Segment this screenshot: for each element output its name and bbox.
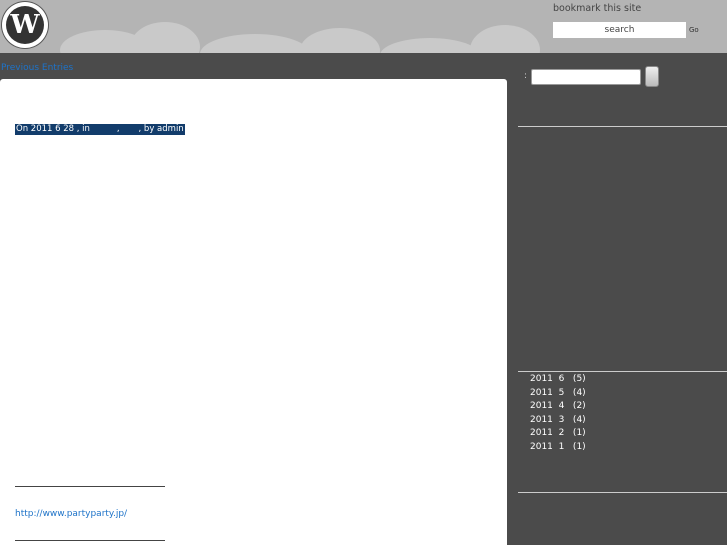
- sidebar-search-input[interactable]: [531, 69, 641, 85]
- header-search-input[interactable]: search: [553, 22, 686, 38]
- divider: [15, 540, 165, 541]
- sidebar-search-label: :: [524, 71, 528, 81]
- wordpress-logo-glyph: W: [6, 6, 44, 44]
- divider: [15, 486, 165, 487]
- sidebar-divider: [518, 492, 727, 493]
- archive-item[interactable]: 2011 5 (4): [530, 387, 586, 401]
- cloud-decoration: [470, 25, 540, 53]
- archive-item[interactable]: 2011 6 (5): [530, 373, 586, 387]
- site-header: W bookmark this site search Go: [0, 0, 727, 53]
- sidebar-search-button[interactable]: [645, 66, 659, 87]
- archive-list: 2011 6 (5) 2011 5 (4) 2011 4 (2) 2011 3 …: [530, 373, 586, 454]
- archive-item[interactable]: 2011 3 (4): [530, 414, 586, 428]
- archive-item[interactable]: 2011 4 (2): [530, 400, 586, 414]
- bookmark-link[interactable]: bookmark this site: [553, 3, 641, 14]
- go-button[interactable]: Go: [689, 26, 699, 34]
- cloud-decoration: [300, 28, 380, 53]
- cloud-decoration: [130, 22, 200, 53]
- cloud-decoration: [200, 34, 310, 53]
- post-meta: On 2011 6 28 , in , , by admin: [15, 124, 185, 135]
- cloud-decoration: [380, 38, 480, 53]
- post-content-area: On 2011 6 28 , in , , by admin http://ww…: [0, 79, 507, 545]
- wordpress-logo-icon[interactable]: W: [2, 2, 48, 48]
- sidebar-divider: [518, 126, 727, 127]
- archive-item[interactable]: 2011 2 (1): [530, 427, 586, 441]
- post-link[interactable]: http://www.partyparty.jp/: [15, 509, 127, 519]
- archive-item[interactable]: 2011 1 (1): [530, 441, 586, 455]
- previous-entries-link[interactable]: Previous Entries: [1, 63, 73, 73]
- sidebar-divider: [518, 371, 727, 372]
